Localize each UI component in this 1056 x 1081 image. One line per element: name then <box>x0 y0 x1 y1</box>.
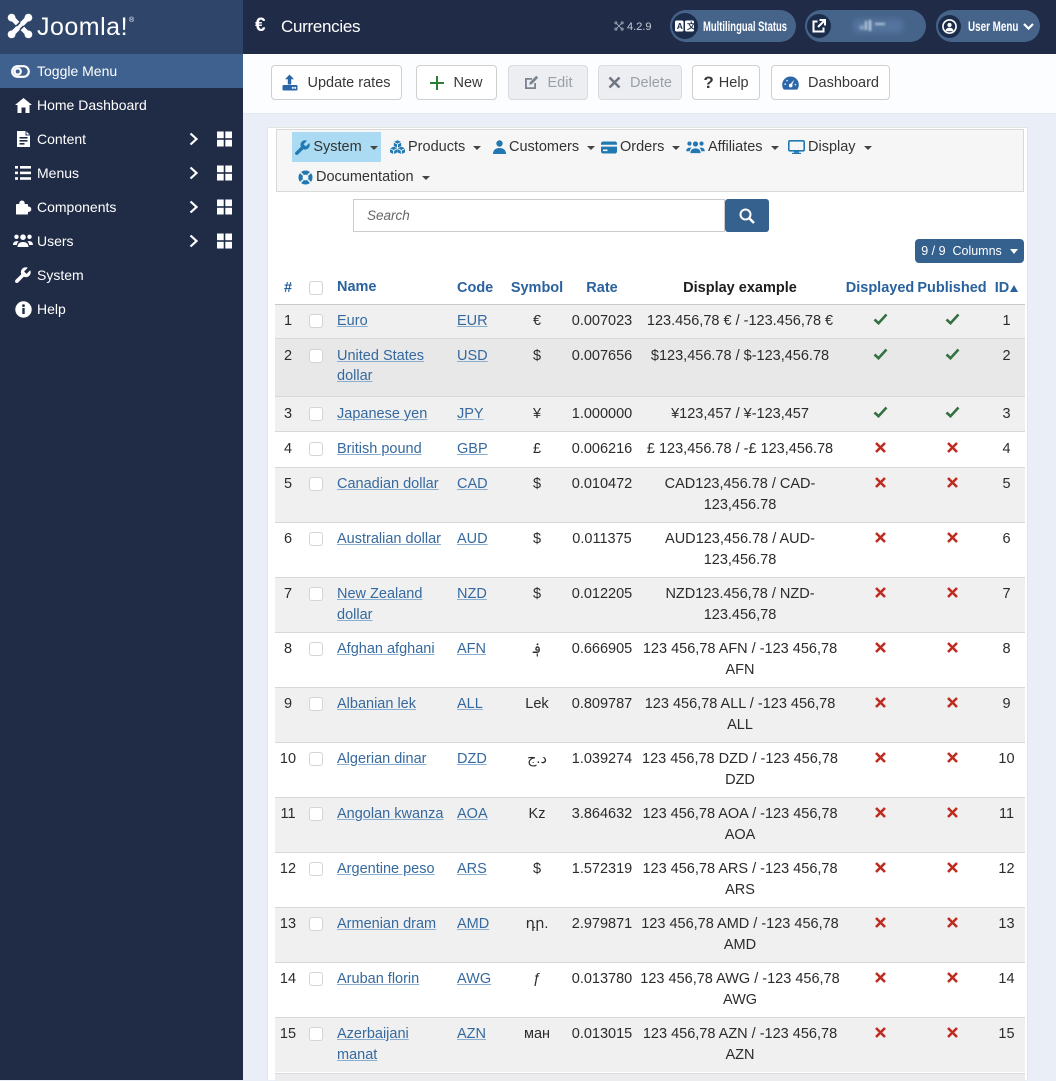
svg-text:®: ® <box>129 16 135 24</box>
svg-text:文: 文 <box>687 21 694 31</box>
svg-text:A: A <box>677 21 683 31</box>
svg-text:Joomla!: Joomla! <box>37 13 128 41</box>
